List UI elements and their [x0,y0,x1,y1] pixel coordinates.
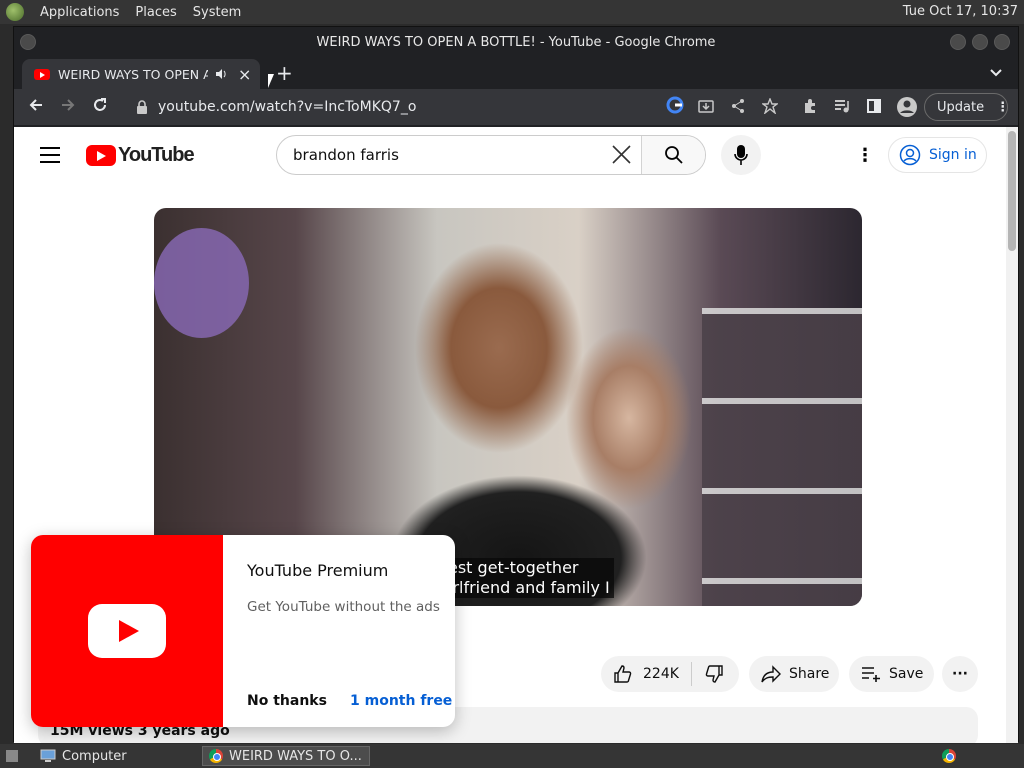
settings-more-icon[interactable]: ⋮ [856,145,874,166]
reload-icon[interactable] [92,97,108,113]
save-label: Save [889,666,924,682]
youtube-play-icon [88,604,166,658]
search-icon [664,146,683,164]
back-arrow-icon[interactable] [28,97,44,113]
minimize-icon[interactable] [950,34,966,50]
system-menu: Applications Places System [0,3,241,21]
taskbar-item-chrome[interactable]: WEIRD WAYS TO O... [202,746,370,766]
page-scrollbar[interactable] [1006,127,1018,743]
caption-line-2: irlfriend and family I [448,578,610,597]
search-input[interactable]: brandon farris [277,146,601,164]
video-frame-decor [154,228,249,338]
like-divider [690,662,692,686]
like-dislike-group: 224K [601,656,739,692]
omnibox[interactable]: youtube.com/watch?v=IncToMKQ7_o [122,93,622,121]
scrollbar-thumb[interactable] [1008,131,1016,251]
close-window-icon[interactable] [994,34,1010,50]
premium-promo-dialog: YouTube Premium Get YouTube without the … [31,535,455,727]
caption-line-1: est get-together [448,558,579,577]
no-thanks-button[interactable]: No thanks [247,693,327,709]
bookmark-star-icon[interactable] [760,97,780,118]
sign-in-button[interactable]: Sign in [888,137,987,173]
tab-youtube[interactable]: WEIRD WAYS TO OPEN A × [22,59,260,89]
youtube-logo[interactable]: YouTube [86,144,195,167]
youtube-masthead: YouTube brandon farris ⋮ Sign in [14,127,1004,183]
youtube-play-logo-icon [86,145,116,166]
system-top-panel: Applications Places System Tue Oct 17, 1… [0,0,1024,24]
lock-icon[interactable] [136,100,148,114]
tray-chrome-icon[interactable] [936,746,958,766]
tab-title: WEIRD WAYS TO OPEN A [58,66,208,82]
computer-icon [40,749,56,762]
system-taskbar: Computer WEIRD WAYS TO O... [0,744,1024,768]
google-lens-icon[interactable] [666,96,684,118]
update-button[interactable]: Update ⋮ [924,93,1009,121]
youtube-wordmark: YouTube [118,144,195,166]
side-panel-icon[interactable] [866,98,882,118]
video-caption: est get-together irlfriend and family I [444,558,614,598]
show-desktop-icon[interactable] [0,746,20,766]
youtube-favicon-icon [34,68,50,80]
media-controls-icon[interactable] [834,98,850,118]
sign-in-label: Sign in [929,147,977,163]
menu-places[interactable]: Places [135,5,176,20]
taskbar-label-computer: Computer [62,748,127,764]
extensions-icon[interactable] [802,98,818,118]
guide-menu-icon[interactable] [40,147,60,168]
like-count[interactable]: 224K [643,666,679,682]
share-arrow-icon [761,665,781,683]
microphone-icon [734,145,748,165]
url-text[interactable]: youtube.com/watch?v=IncToMKQ7_o [158,99,416,115]
chrome-menu-icon[interactable]: ⋮ [996,100,1009,115]
new-tab-button[interactable]: + [276,61,293,85]
more-actions-icon[interactable]: ··· [942,656,978,692]
forward-arrow-icon[interactable] [60,97,76,113]
promo-description: Get YouTube without the ads [247,599,440,615]
tab-search-chevron-icon[interactable] [990,69,1002,77]
menu-system[interactable]: System [193,5,241,20]
share-label: Share [789,666,830,682]
search-button[interactable] [641,136,705,174]
video-frame-shelf [702,308,862,606]
voice-search-button[interactable] [721,135,761,175]
promo-banner [31,535,223,727]
mouse-cursor-icon [268,74,274,88]
window-menu-icon[interactable] [20,34,36,50]
taskbar-label-chrome: WEIRD WAYS TO O... [229,748,362,764]
chrome-window: WEIRD WAYS TO OPEN A BOTTLE! - YouTube -… [13,26,1019,743]
tab-close-icon[interactable]: × [238,65,251,84]
profile-avatar-icon[interactable] [896,96,918,122]
window-title: WEIRD WAYS TO OPEN A BOTTLE! - YouTube -… [316,34,716,50]
window-titlebar[interactable]: WEIRD WAYS TO OPEN A BOTTLE! - YouTube -… [14,27,1018,57]
thumbs-up-icon[interactable] [613,664,633,684]
chrome-icon [209,749,223,763]
search-box: brandon farris [276,135,706,175]
update-label: Update [937,99,985,115]
free-trial-button[interactable]: 1 month free [350,693,452,709]
tray-chrome-glyph-icon [942,749,956,763]
distro-logo-icon[interactable] [6,3,24,21]
speaker-icon[interactable] [214,67,228,81]
address-bar: youtube.com/watch?v=IncToMKQ7_o Update ⋮ [14,89,1018,125]
thumbs-down-icon[interactable] [704,664,724,684]
share-icon[interactable] [730,98,746,118]
account-circle-icon [899,144,921,166]
menu-applications[interactable]: Applications [40,5,119,20]
maximize-icon[interactable] [972,34,988,50]
promo-title: YouTube Premium [247,561,389,580]
save-button[interactable]: Save [849,656,934,692]
install-app-icon[interactable] [698,98,714,118]
share-button[interactable]: Share [749,656,839,692]
clear-search-icon[interactable] [601,145,641,165]
youtube-page: YouTube brandon farris ⋮ Sign in est get… [14,127,1018,743]
tab-strip: WEIRD WAYS TO OPEN A × + [14,57,1018,89]
playlist-add-icon [862,667,880,682]
taskbar-item-computer[interactable]: Computer [34,746,194,766]
clock[interactable]: Tue Oct 17, 10:37 [903,4,1018,19]
